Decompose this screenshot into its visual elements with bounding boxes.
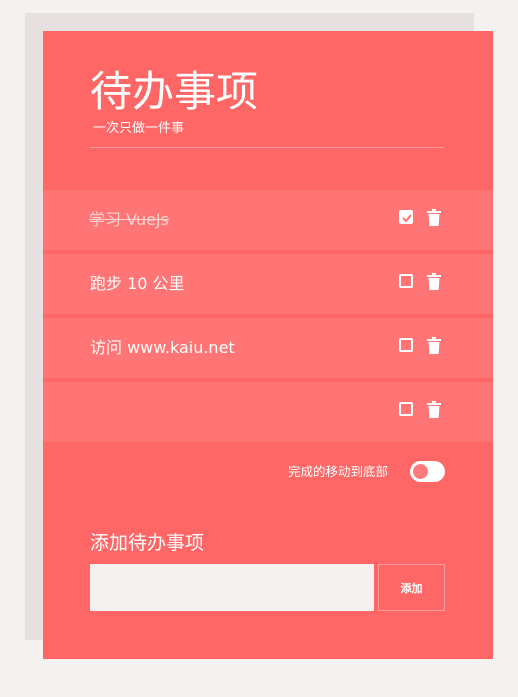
todo-item: [43, 382, 493, 442]
todo-card: 待办事项 一次只做一件事 学习 VueJs 跑步 10 公里 访问 www.ka…: [43, 31, 493, 659]
toggle-knob: [413, 464, 428, 479]
done-checkbox[interactable]: [399, 402, 413, 416]
trash-icon[interactable]: [427, 401, 441, 418]
todo-list: 学习 VueJs 跑步 10 公里 访问 www.kaiu.net: [43, 190, 493, 446]
header-divider: [90, 147, 444, 148]
todo-item: 跑步 10 公里: [43, 254, 493, 314]
trash-icon[interactable]: [427, 273, 441, 290]
add-heading: 添加待办事项: [90, 532, 205, 554]
todo-text: 访问 www.kaiu.net: [90, 338, 235, 357]
page-subtitle: 一次只做一件事: [93, 121, 185, 136]
move-done-toggle[interactable]: [410, 461, 445, 482]
todo-text: 跑步 10 公里: [90, 274, 185, 293]
add-todo-input[interactable]: [90, 564, 374, 611]
checkmark-icon: [402, 214, 412, 223]
move-done-label: 完成的移动到底部: [288, 464, 389, 479]
trash-icon[interactable]: [427, 337, 441, 354]
page-title: 待办事项: [90, 67, 259, 116]
done-checkbox[interactable]: [399, 338, 413, 352]
trash-icon[interactable]: [427, 209, 441, 226]
add-button[interactable]: 添加: [378, 564, 445, 611]
done-checkbox[interactable]: [399, 274, 413, 288]
todo-item: 学习 VueJs: [43, 190, 493, 250]
done-checkbox[interactable]: [399, 210, 413, 224]
todo-item: 访问 www.kaiu.net: [43, 318, 493, 378]
todo-text: 学习 VueJs: [89, 210, 169, 229]
